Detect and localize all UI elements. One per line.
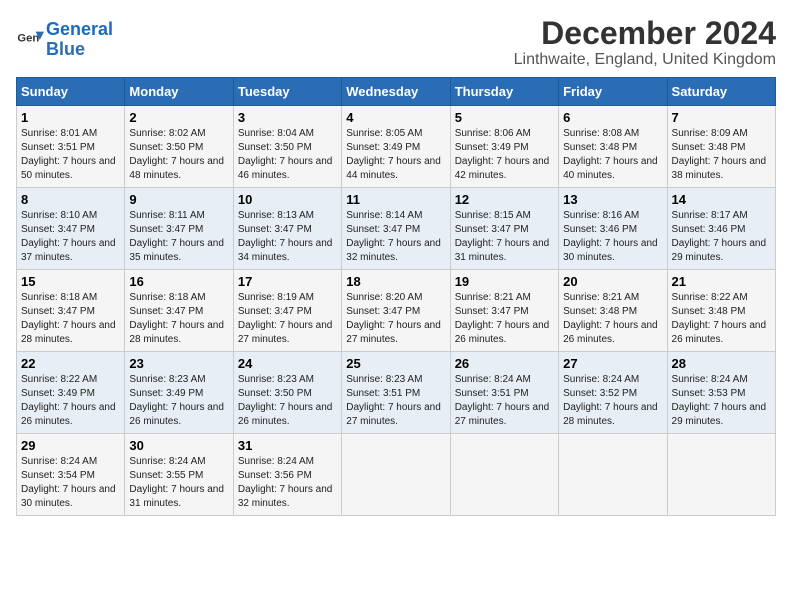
table-row: 12 Sunrise: 8:15 AMSunset: 3:47 PMDaylig… bbox=[450, 188, 558, 270]
table-row: 10 Sunrise: 8:13 AMSunset: 3:47 PMDaylig… bbox=[233, 188, 341, 270]
table-row: 16 Sunrise: 8:18 AMSunset: 3:47 PMDaylig… bbox=[125, 270, 233, 352]
page-header: Gen General Blue December 2024 Linthwait… bbox=[16, 16, 776, 69]
table-row: 22 Sunrise: 8:22 AMSunset: 3:49 PMDaylig… bbox=[17, 352, 125, 434]
col-saturday: Saturday bbox=[667, 78, 775, 106]
table-row: 26 Sunrise: 8:24 AMSunset: 3:51 PMDaylig… bbox=[450, 352, 558, 434]
table-row bbox=[559, 434, 667, 516]
table-row: 7 Sunrise: 8:09 AMSunset: 3:48 PMDayligh… bbox=[667, 106, 775, 188]
table-row: 28 Sunrise: 8:24 AMSunset: 3:53 PMDaylig… bbox=[667, 352, 775, 434]
logo-line2: Blue bbox=[46, 40, 113, 60]
table-row bbox=[450, 434, 558, 516]
col-thursday: Thursday bbox=[450, 78, 558, 106]
table-row: 14 Sunrise: 8:17 AMSunset: 3:46 PMDaylig… bbox=[667, 188, 775, 270]
table-row: 18 Sunrise: 8:20 AMSunset: 3:47 PMDaylig… bbox=[342, 270, 450, 352]
table-row: 17 Sunrise: 8:19 AMSunset: 3:47 PMDaylig… bbox=[233, 270, 341, 352]
month-title: December 2024 bbox=[514, 16, 776, 51]
location-subtitle: Linthwaite, England, United Kingdom bbox=[514, 51, 776, 69]
table-row: 21 Sunrise: 8:22 AMSunset: 3:48 PMDaylig… bbox=[667, 270, 775, 352]
col-monday: Monday bbox=[125, 78, 233, 106]
table-row: 23 Sunrise: 8:23 AMSunset: 3:49 PMDaylig… bbox=[125, 352, 233, 434]
table-row: 20 Sunrise: 8:21 AMSunset: 3:48 PMDaylig… bbox=[559, 270, 667, 352]
table-row: 24 Sunrise: 8:23 AMSunset: 3:50 PMDaylig… bbox=[233, 352, 341, 434]
table-row: 9 Sunrise: 8:11 AMSunset: 3:47 PMDayligh… bbox=[125, 188, 233, 270]
table-row: 19 Sunrise: 8:21 AMSunset: 3:47 PMDaylig… bbox=[450, 270, 558, 352]
table-row: 4 Sunrise: 8:05 AMSunset: 3:49 PMDayligh… bbox=[342, 106, 450, 188]
table-row: 11 Sunrise: 8:14 AMSunset: 3:47 PMDaylig… bbox=[342, 188, 450, 270]
svg-text:Gen: Gen bbox=[17, 32, 39, 44]
table-row: 13 Sunrise: 8:16 AMSunset: 3:46 PMDaylig… bbox=[559, 188, 667, 270]
table-row: 30 Sunrise: 8:24 AMSunset: 3:55 PMDaylig… bbox=[125, 434, 233, 516]
col-sunday: Sunday bbox=[17, 78, 125, 106]
table-row: 5 Sunrise: 8:06 AMSunset: 3:49 PMDayligh… bbox=[450, 106, 558, 188]
header-row: Sunday Monday Tuesday Wednesday Thursday… bbox=[17, 78, 776, 106]
table-row bbox=[342, 434, 450, 516]
table-row: 2 Sunrise: 8:02 AMSunset: 3:50 PMDayligh… bbox=[125, 106, 233, 188]
logo-line1: General bbox=[46, 20, 113, 40]
table-row bbox=[667, 434, 775, 516]
table-row: 3 Sunrise: 8:04 AMSunset: 3:50 PMDayligh… bbox=[233, 106, 341, 188]
calendar-table: Sunday Monday Tuesday Wednesday Thursday… bbox=[16, 77, 776, 516]
col-tuesday: Tuesday bbox=[233, 78, 341, 106]
table-row: 27 Sunrise: 8:24 AMSunset: 3:52 PMDaylig… bbox=[559, 352, 667, 434]
table-row: 29 Sunrise: 8:24 AMSunset: 3:54 PMDaylig… bbox=[17, 434, 125, 516]
title-block: December 2024 Linthwaite, England, Unite… bbox=[514, 16, 776, 69]
table-row: 31 Sunrise: 8:24 AMSunset: 3:56 PMDaylig… bbox=[233, 434, 341, 516]
table-row: 15 Sunrise: 8:18 AMSunset: 3:47 PMDaylig… bbox=[17, 270, 125, 352]
col-wednesday: Wednesday bbox=[342, 78, 450, 106]
logo: Gen General Blue bbox=[16, 20, 113, 60]
col-friday: Friday bbox=[559, 78, 667, 106]
table-row: 6 Sunrise: 8:08 AMSunset: 3:48 PMDayligh… bbox=[559, 106, 667, 188]
table-row: 1 Sunrise: 8:01 AMSunset: 3:51 PMDayligh… bbox=[17, 106, 125, 188]
table-row: 8 Sunrise: 8:10 AMSunset: 3:47 PMDayligh… bbox=[17, 188, 125, 270]
table-row: 25 Sunrise: 8:23 AMSunset: 3:51 PMDaylig… bbox=[342, 352, 450, 434]
